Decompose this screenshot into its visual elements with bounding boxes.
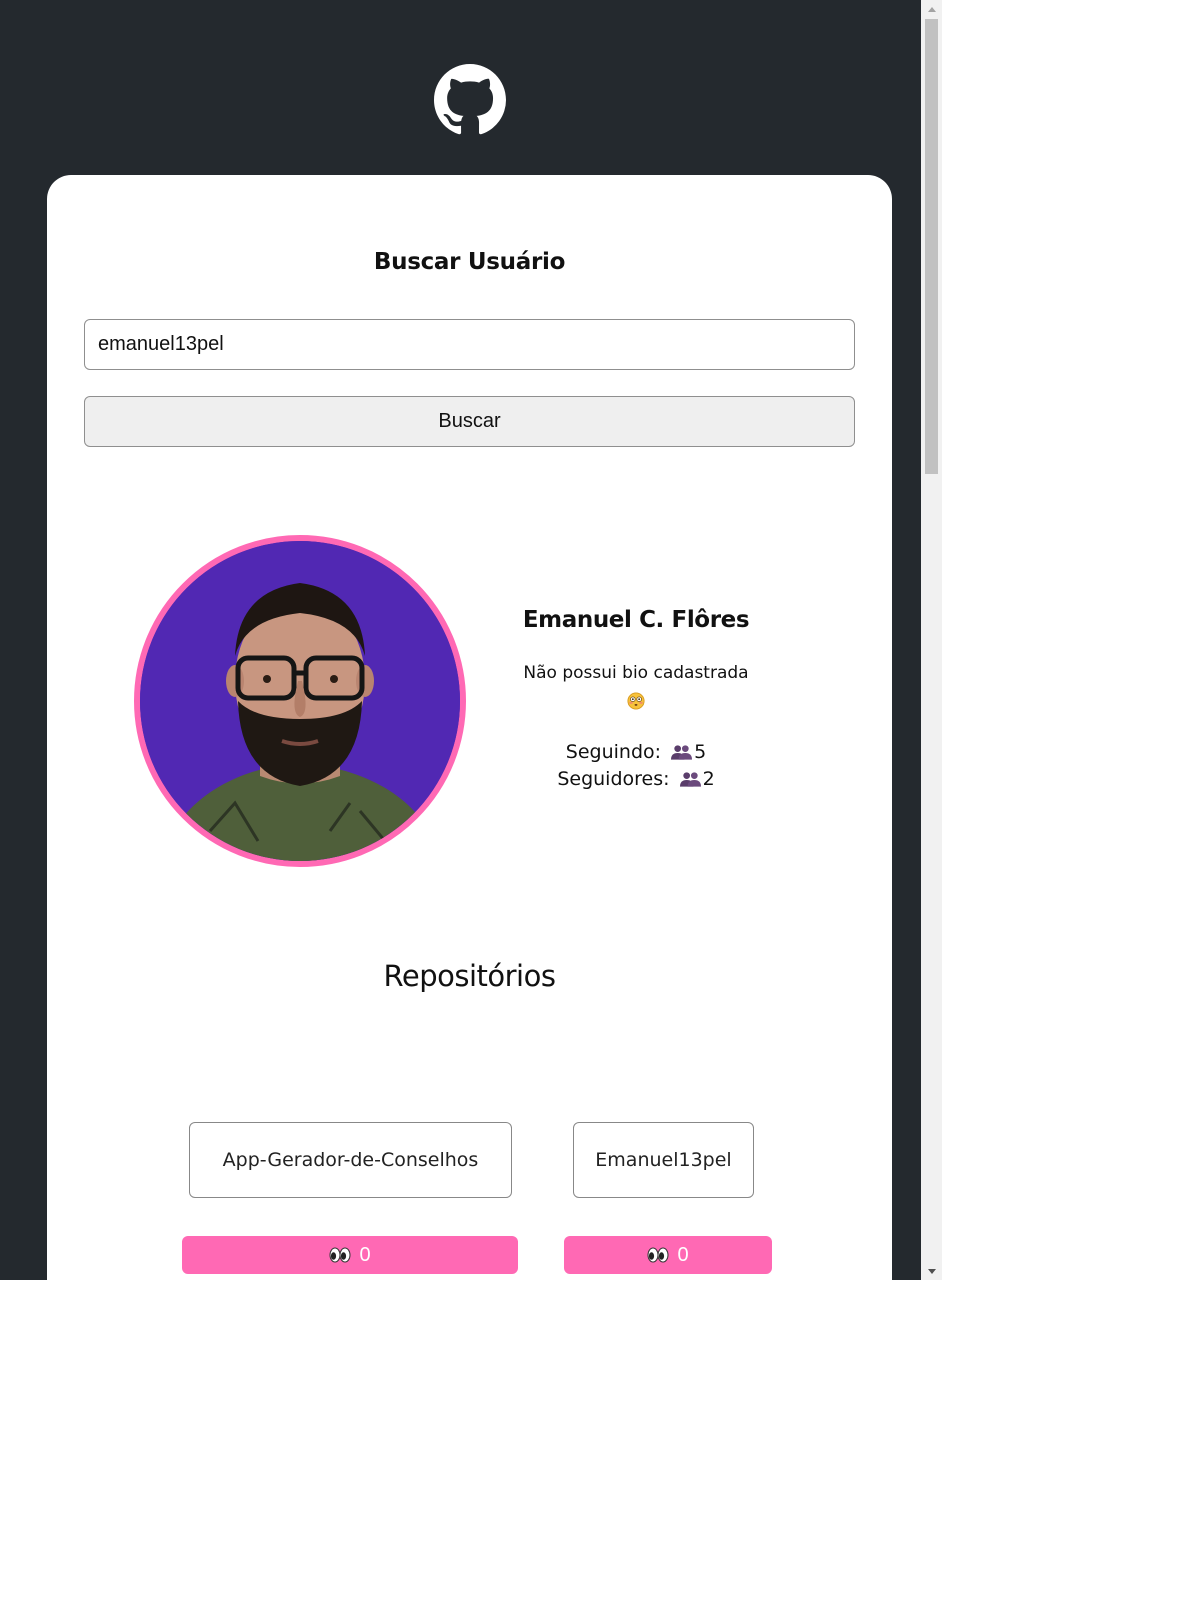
scrollbar-thumb[interactable] xyxy=(925,19,938,474)
flushed-face-icon xyxy=(627,692,645,710)
vertical-scrollbar[interactable] xyxy=(921,0,942,1280)
profile-name: Emanuel C. Flôres xyxy=(522,607,750,633)
followers-stat: Seguidores: 2 xyxy=(502,766,770,793)
scroll-down-arrow-icon[interactable] xyxy=(921,1262,942,1280)
avatar xyxy=(134,535,466,867)
repo-watchers-count: 0 xyxy=(677,1243,689,1266)
repositories-title: Repositórios xyxy=(383,959,556,993)
followers-count: 2 xyxy=(702,768,715,790)
app-background: Buscar Usuário Buscar xyxy=(0,0,921,1280)
people-icon xyxy=(679,772,701,787)
profile-info: Emanuel C. Flôres Não possui bio cadastr… xyxy=(502,605,770,793)
browser-viewport: Buscar Usuário Buscar xyxy=(0,0,942,1280)
github-logo-icon xyxy=(434,64,506,135)
user-search-card: Buscar Usuário Buscar xyxy=(47,175,892,1280)
eyes-icon xyxy=(329,1247,351,1263)
followers-label: Seguidores: xyxy=(557,768,670,790)
following-label: Seguindo: xyxy=(565,741,662,763)
repo-watchers-count: 0 xyxy=(359,1243,371,1266)
following-count: 5 xyxy=(694,741,707,763)
avatar-portrait-image xyxy=(140,541,460,861)
repo-card[interactable]: App-Gerador-de-Conselhos xyxy=(189,1122,512,1198)
search-button[interactable]: Buscar xyxy=(84,396,855,447)
people-icon xyxy=(671,745,693,760)
repo-watchers-badge: 0 xyxy=(564,1236,772,1274)
profile-bio: Não possui bio cadastrada xyxy=(502,659,770,715)
username-search-input[interactable] xyxy=(84,319,855,370)
profile-bio-text: Não possui bio cadastrada xyxy=(523,663,749,683)
repo-watchers-badge: 0 xyxy=(182,1236,518,1274)
repo-card[interactable]: Emanuel13pel xyxy=(573,1122,754,1198)
eyes-icon xyxy=(647,1247,669,1263)
search-title: Buscar Usuário xyxy=(373,249,566,275)
profile-stats: Seguindo: 5 Seguidores: 2 xyxy=(502,739,770,793)
scroll-up-arrow-icon[interactable] xyxy=(921,0,942,18)
following-stat: Seguindo: 5 xyxy=(502,739,770,766)
